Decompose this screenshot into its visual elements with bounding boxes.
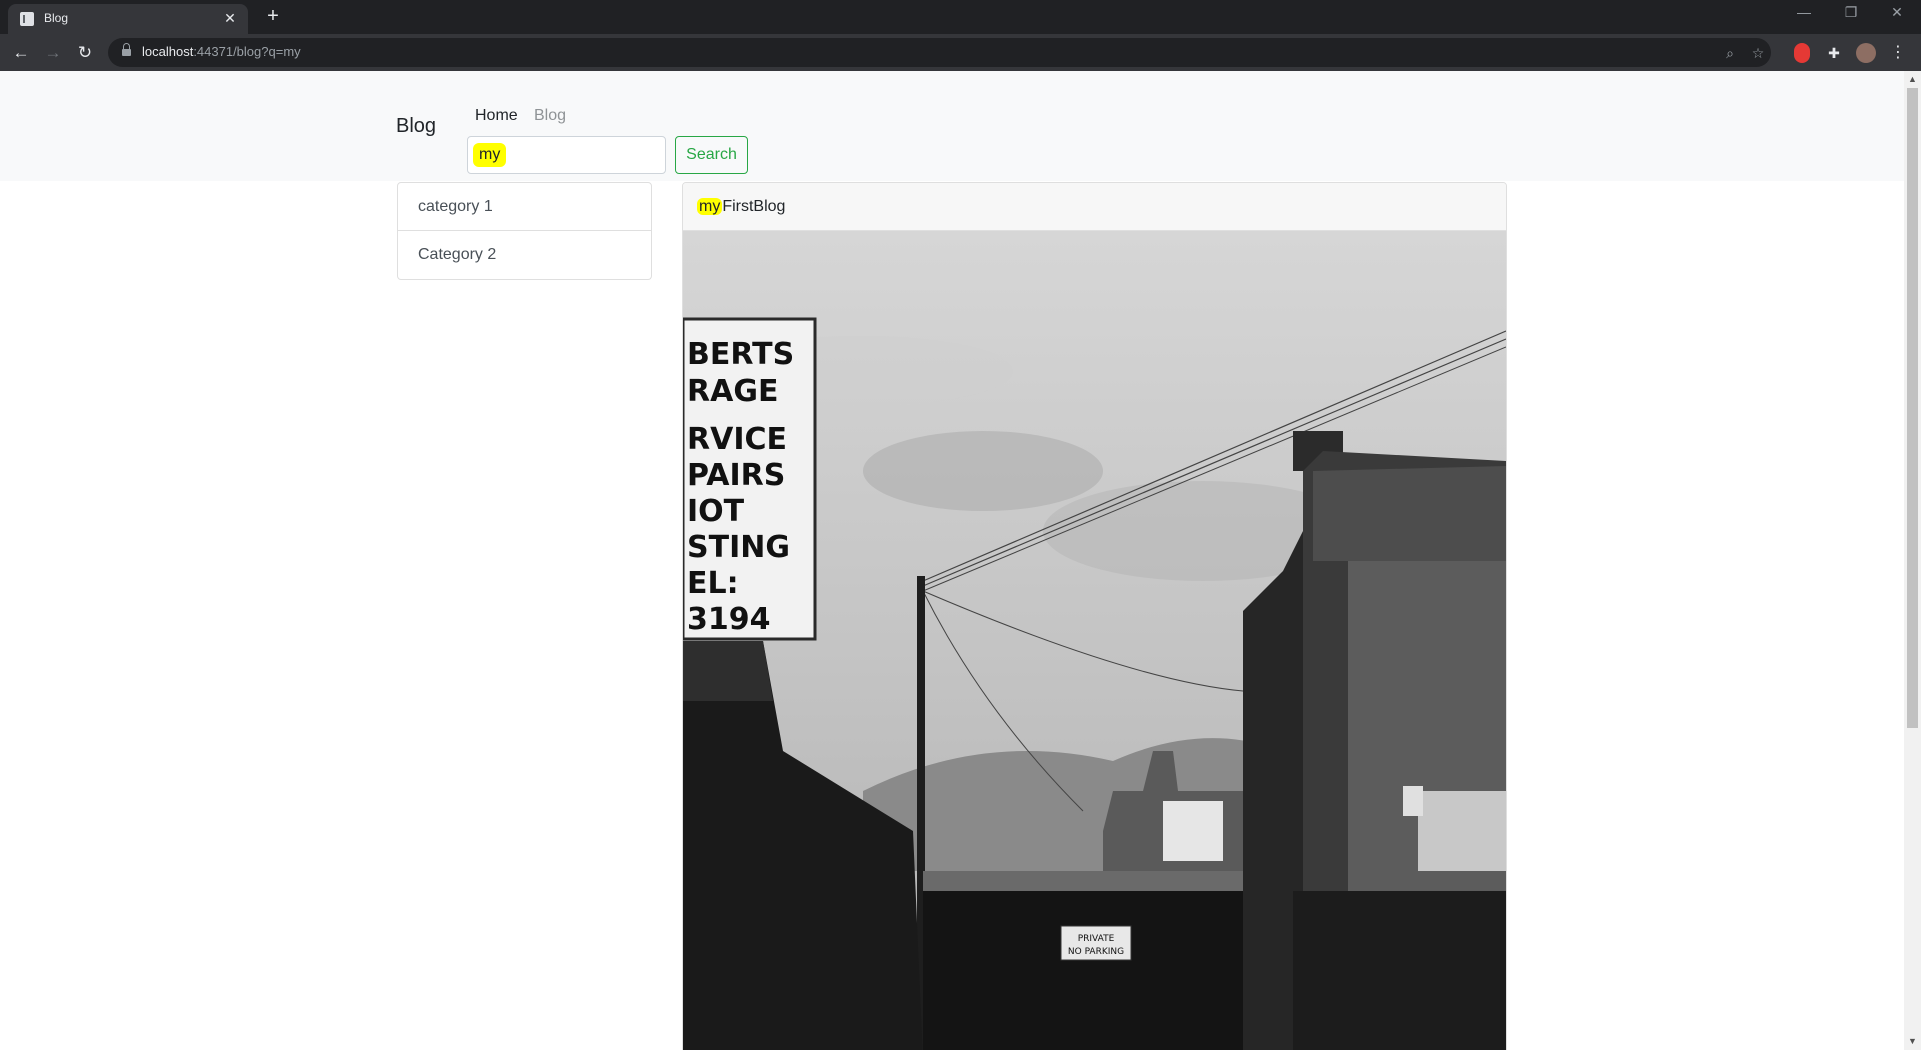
category-list: category 1 Category 2 bbox=[397, 182, 652, 280]
page-viewport: Blog Home Blog my Search category 1 Cate… bbox=[0, 71, 1904, 1050]
avatar[interactable] bbox=[1856, 43, 1876, 63]
blog-post-title[interactable]: my FirstBlog bbox=[683, 183, 1506, 231]
page-scrollbar[interactable]: ▲ ▼ bbox=[1904, 71, 1921, 1050]
close-window-icon[interactable]: ✕ bbox=[1882, 4, 1912, 21]
browser-tab-bar: Blog ✕ + — ❐ ✕ bbox=[0, 0, 1921, 34]
search-input-value: my bbox=[473, 143, 507, 167]
restore-icon[interactable]: ❐ bbox=[1836, 4, 1866, 21]
new-tab-icon[interactable]: + bbox=[262, 6, 284, 26]
scroll-up-icon[interactable]: ▲ bbox=[1904, 71, 1921, 88]
sign-text-line: 3194 bbox=[687, 602, 771, 637]
sign-text-line: RVICE bbox=[687, 422, 787, 457]
extension-icon[interactable] bbox=[1794, 43, 1810, 63]
category-item[interactable]: Category 2 bbox=[397, 231, 652, 280]
category-item[interactable]: category 1 bbox=[397, 182, 652, 231]
navbar-brand[interactable]: Blog bbox=[396, 115, 436, 138]
address-bar[interactable]: localhost:44371/blog?q=my ⌕ ☆ bbox=[108, 38, 1771, 67]
browser-menu-icon[interactable]: ⋮ bbox=[1890, 42, 1906, 62]
sign-text-line: IOT bbox=[687, 494, 745, 529]
scroll-down-icon[interactable]: ▼ bbox=[1904, 1033, 1921, 1050]
title-search-highlight: my bbox=[697, 198, 723, 215]
nav-link-home[interactable]: Home bbox=[475, 107, 518, 125]
forward-icon[interactable]: → bbox=[41, 41, 65, 65]
close-tab-icon[interactable]: ✕ bbox=[222, 9, 238, 27]
private-sign-line: NO PARKING bbox=[1068, 947, 1124, 957]
title-text: FirstBlog bbox=[722, 198, 786, 215]
site-navbar: Blog Home Blog my Search bbox=[0, 71, 1904, 181]
sign-text-line: PAIRS bbox=[687, 458, 785, 493]
sign-text-line: EL: bbox=[687, 566, 739, 601]
search-button[interactable]: Search bbox=[675, 136, 748, 174]
browser-toolbar: ← → ↻ localhost:44371/blog?q=my ⌕ ☆ ✚ ⋮ bbox=[0, 34, 1921, 71]
bookmark-star-icon[interactable]: ☆ bbox=[1748, 44, 1768, 62]
url-text[interactable]: localhost:44371/blog?q=my bbox=[142, 44, 301, 59]
sign-text-line: BERTS bbox=[687, 337, 794, 372]
minimize-icon[interactable]: — bbox=[1789, 4, 1819, 20]
scroll-thumb[interactable] bbox=[1907, 88, 1918, 728]
street-photo: BERTS RAGE RVICE PAIRS IOT STING EL: 319… bbox=[683, 231, 1506, 1050]
nav-link-blog[interactable]: Blog bbox=[534, 107, 566, 125]
lock-icon[interactable] bbox=[122, 43, 131, 57]
page-favicon-icon bbox=[20, 12, 34, 26]
sign-text-line: STING bbox=[687, 530, 790, 565]
browser-tab[interactable]: Blog ✕ bbox=[8, 4, 248, 34]
blog-post-image: BERTS RAGE RVICE PAIRS IOT STING EL: 319… bbox=[683, 231, 1506, 1050]
reload-icon[interactable]: ↻ bbox=[73, 41, 97, 65]
zoom-icon[interactable]: ⌕ bbox=[1720, 44, 1740, 62]
private-sign-line: PRIVATE bbox=[1078, 934, 1115, 944]
extensions-puzzle-icon[interactable]: ✚ bbox=[1823, 42, 1845, 64]
back-icon[interactable]: ← bbox=[9, 41, 33, 65]
sign-text-line: RAGE bbox=[687, 374, 778, 409]
tab-title: Blog bbox=[44, 11, 69, 25]
blog-post-card: my FirstBlog BERTS RAGE RVICE PAIRS IOT … bbox=[682, 182, 1507, 1050]
